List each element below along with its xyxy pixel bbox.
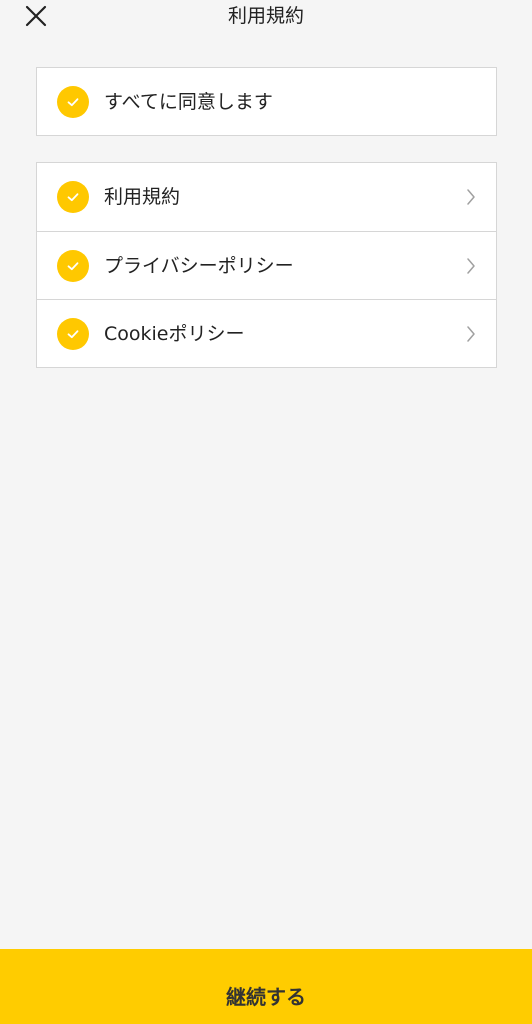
policy-item-label: 利用規約	[104, 186, 181, 208]
checkmark-icon[interactable]	[57, 85, 89, 118]
continue-button-label: 継続する	[226, 985, 306, 1009]
policy-list: 利用規約 プライバシーポリシー Cookieポリシー	[36, 162, 497, 368]
policy-item-privacy[interactable]: プライバシーポリシー	[37, 231, 496, 299]
policy-item-terms[interactable]: 利用規約	[37, 163, 496, 231]
policy-item-label: プライバシーポリシー	[104, 254, 294, 277]
policy-item-cookie[interactable]: Cookieポリシー	[37, 299, 496, 367]
chevron-right-icon	[466, 188, 476, 206]
checkmark-icon[interactable]	[57, 317, 89, 350]
chevron-right-icon	[466, 257, 476, 275]
policy-item-label: Cookieポリシー	[104, 322, 245, 345]
header: 利用規約	[0, 0, 532, 32]
agree-all-label: すべてに同意します	[104, 90, 273, 113]
chevron-right-icon	[466, 325, 476, 343]
continue-button[interactable]: 継続する	[0, 949, 532, 1024]
checkmark-icon[interactable]	[57, 249, 89, 282]
checkmark-icon[interactable]	[57, 181, 89, 213]
agree-all-row[interactable]: すべてに同意します	[37, 68, 496, 135]
agree-all-card: すべてに同意します	[36, 67, 497, 136]
page-title: 利用規約	[227, 5, 304, 27]
